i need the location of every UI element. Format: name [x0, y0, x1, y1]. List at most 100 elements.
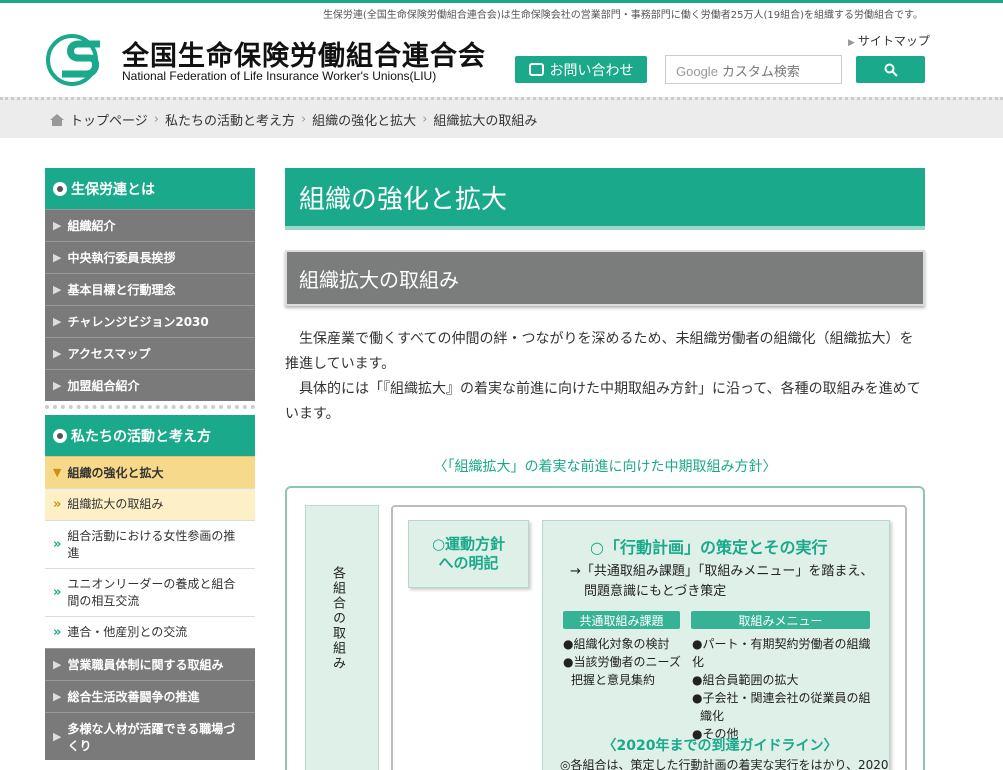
diagram-list-menu: ●パート・有期契約労働者の組織化 ●組合員範囲の拡大 ●子会社・関連会社の従業員…: [692, 635, 877, 743]
search-placeholder: カスタム検索: [721, 65, 800, 80]
sitemap-link[interactable]: ▶ サイトマップ: [848, 32, 930, 49]
sidebar-item-label: 基本目標と行動理念: [67, 283, 176, 297]
list-item: ●組合員範囲の拡大: [692, 673, 799, 687]
list-item: 織化: [700, 709, 725, 723]
sidebar-item-unions[interactable]: ▶ 加盟組合紹介: [45, 369, 255, 401]
sitemap-label: サイトマップ: [857, 34, 930, 48]
double-chevron-icon: »: [53, 584, 62, 600]
sidebar-subitem-expansion[interactable]: » 組織拡大の取組み: [45, 488, 255, 520]
triangle-down-icon: ▼: [53, 466, 62, 479]
diagram-left-label: 各組合の取組み: [330, 566, 345, 671]
sidebar-item-diverse-workplace[interactable]: ▶ 多様な人材が活躍できる職場づくり: [45, 712, 255, 760]
list-item: ●子会社・関連会社の従業員の組: [692, 691, 871, 705]
diagram-box-text: への明記: [438, 554, 499, 572]
triangle-right-icon: ▶: [53, 315, 62, 328]
double-chevron-icon: »: [53, 624, 62, 640]
double-chevron-icon: »: [53, 536, 62, 552]
paragraph: 具体的には「『組織拡大』の着実な前進に向けた中期取組み方針」に沿って、各種の取組…: [285, 381, 921, 422]
circle-icon: [53, 428, 67, 443]
top-accent-bar: [0, 0, 1003, 3]
triangle-right-icon: ▶: [53, 379, 62, 392]
sidebar-item-label: 加盟組合紹介: [67, 379, 140, 393]
sidebar-item-label: チャレンジビジョン2030: [67, 315, 209, 329]
logo-title-en[interactable]: National Federation of Life Insurance Wo…: [122, 69, 436, 83]
chevron-right-icon: ›: [153, 112, 159, 127]
sidebar-subitem-women[interactable]: » 組合活動における女性参画の推進: [45, 520, 255, 568]
sidebar-item-vision[interactable]: ▶ チャレンジビジョン2030: [45, 305, 255, 337]
diagram-box-policy: ○運動方針 への明記: [408, 520, 529, 588]
sidebar-section-label: 私たちの活動と考え方: [71, 428, 211, 445]
triangle-right-icon: ▶: [53, 730, 62, 743]
diagram-box-text: ○運動方針: [431, 535, 506, 553]
sidebar-subitem-label: 連合・他産別との交流: [67, 625, 188, 640]
diagram-plan-desc: →「共通取組み課題」「取組みメニュー」を踏まえ、問題意識にもとづき策定: [570, 562, 880, 602]
diagram-list-common: ●組織化対象の検討 ●当該労働者のニーズ 把握と意見集約: [563, 635, 685, 689]
breadcrumb-home[interactable]: トップページ: [70, 110, 148, 129]
diagram-caption: 〈「組織拡大」の着実な前進に向けた中期取組み方針〉: [433, 459, 777, 475]
sidebar-item-label: 組織紹介: [67, 219, 116, 233]
chevron-right-icon: ›: [422, 112, 428, 127]
triangle-right-icon: ▶: [53, 283, 62, 296]
triangle-right-icon: ▶: [53, 251, 62, 264]
page-title: 組織の強化と拡大: [285, 168, 925, 230]
paragraph: 生保産業で働くすべての仲間の絆・つながりを深めるため、未組織労働者の組織化（組織…: [285, 331, 914, 372]
triangle-right-icon: ▶: [53, 347, 62, 360]
double-chevron-icon: »: [53, 496, 62, 512]
sidebar-item-label: 総合生活改善闘争の推進: [67, 690, 200, 704]
sidebar-item-greeting[interactable]: ▶ 中央執行委員長挨拶: [45, 241, 255, 273]
chevron-right-icon: ›: [300, 112, 307, 127]
sidebar-section-activities[interactable]: 私たちの活動と考え方: [45, 415, 255, 456]
search-icon: [884, 63, 898, 77]
list-item: ●パート・有期契約労働者の組織化: [692, 637, 871, 669]
diagram-plan-line: →「共通取組み課題」「取組みメニュー」を踏まえ、: [570, 564, 874, 579]
contact-button[interactable]: お問い合わせ: [515, 56, 647, 83]
list-item: ●当該労働者のニーズ: [563, 655, 681, 669]
sidebar-subitem-exchange[interactable]: » 連合・他産別との交流: [45, 616, 255, 648]
site-tagline: 生保労連(全国生命保険労働組合連合会)は生命保険会社の営業部門・事務部門に働く労…: [322, 10, 923, 21]
sidebar-subitem-label: 組合活動における女性参画の推進: [67, 529, 236, 560]
diagram-plan-line: 問題意識にもとづき策定: [584, 584, 727, 599]
body-text: 生保産業で働くすべての仲間の絆・つながりを深めるため、未組織労働者の組織化（組織…: [285, 327, 925, 427]
sidebar-item-organization-strengthening[interactable]: ▼ 組織の強化と拡大: [45, 456, 255, 488]
breadcrumb-activities[interactable]: 私たちの活動と考え方: [165, 110, 295, 129]
diagram-guide-text: ◎各組合は、策定した行動計画の着実な実行をはかり、2020: [560, 758, 889, 770]
triangle-right-icon: ▶: [848, 38, 855, 48]
breadcrumb-organization[interactable]: 組織の強化と拡大: [312, 110, 416, 129]
sidebar-subitem-label: ユニオンリーダーの養成と組合間の相互交流: [67, 577, 236, 608]
google-label: Google: [676, 64, 718, 79]
sidebar-section-label: 生保労連とは: [71, 181, 155, 198]
sidebar-section-about[interactable]: 生保労連とは: [45, 168, 255, 209]
sidebar-divider: [45, 405, 255, 415]
breadcrumb-current: 組織拡大の取組み: [433, 114, 538, 129]
sidebar-item-label: 営業職員体制に関する取組み: [67, 658, 224, 672]
search-input[interactable]: Google カスタム検索: [665, 55, 842, 84]
sidebar-item-livelihood[interactable]: ▶ 総合生活改善闘争の推進: [45, 680, 255, 712]
sidebar-item-access[interactable]: ▶ アクセスマップ: [45, 337, 255, 369]
list-item: ●組織化対象の検討: [563, 637, 670, 651]
triangle-right-icon: ▶: [53, 219, 62, 232]
sidebar-subitem-label: 組織拡大の取組み: [67, 497, 164, 512]
sidebar-subitem-leaders[interactable]: » ユニオンリーダーの養成と組合間の相互交流: [45, 568, 255, 616]
diagram-label-menu: 取組みメニュー: [691, 611, 870, 629]
sidebar-item-organization[interactable]: ▶ 組織紹介: [45, 209, 255, 241]
list-item: 把握と意見集約: [571, 673, 656, 687]
sidebar-item-goals[interactable]: ▶ 基本目標と行動理念: [45, 273, 255, 305]
logo-title-jp[interactable]: 全国生命保険労働組合連合会: [122, 34, 486, 73]
sidebar-item-sales-staff[interactable]: ▶ 営業職員体制に関する取組み: [45, 648, 255, 680]
home-icon: [50, 113, 64, 126]
contact-label: お問い合わせ: [549, 62, 634, 79]
search-button[interactable]: [856, 56, 925, 83]
diagram-label-common: 共通取組み課題: [563, 611, 680, 629]
diagram-plan-title: ○「行動計画」の策定とその実行: [590, 538, 828, 557]
sidebar-item-label: 中央執行委員長挨拶: [67, 251, 176, 265]
circle-icon: [53, 181, 67, 196]
diagram-guide-title: 〈2020年までの到達ガイドライン〉: [602, 738, 838, 754]
triangle-right-icon: ▶: [53, 658, 62, 671]
sidebar-item-label: 組織の強化と拡大: [67, 466, 164, 480]
diagram-left-column: 各組合の取組み: [305, 505, 379, 770]
sidebar-item-label: 多様な人材が活躍できる職場づくり: [67, 721, 236, 753]
section-title: 組織拡大の取組み: [285, 250, 925, 306]
triangle-right-icon: ▶: [53, 690, 62, 703]
logo-icon[interactable]: [46, 34, 108, 86]
breadcrumb: トップページ › 私たちの活動と考え方 › 組織の強化と拡大 › 組織拡大の取組…: [50, 110, 537, 129]
